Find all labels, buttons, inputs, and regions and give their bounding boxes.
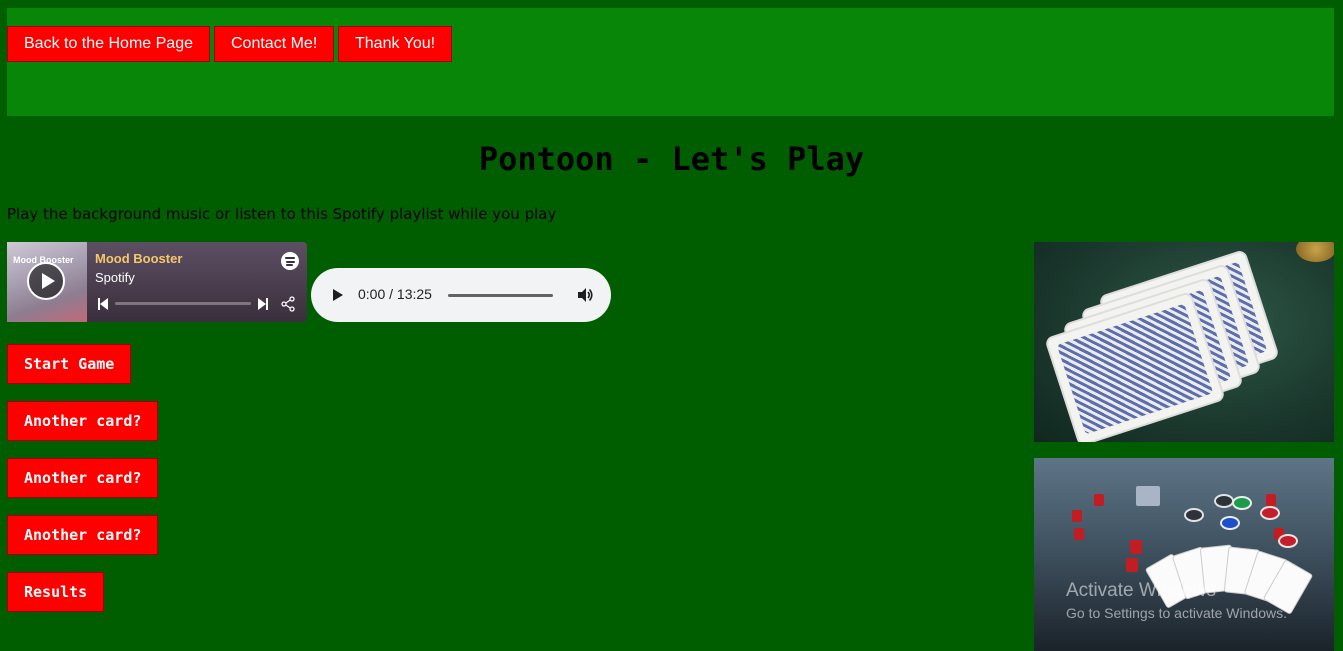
- activate-windows-watermark: Activate Windows Go to Settings to activ…: [1066, 580, 1287, 621]
- volume-icon[interactable]: [576, 286, 594, 304]
- audio-player[interactable]: 0:00 / 13:25: [311, 268, 611, 322]
- spotify-play-icon[interactable]: [27, 262, 65, 300]
- another-card-button-2[interactable]: Another card?: [7, 458, 159, 498]
- playing-cards-deck-image: [1034, 242, 1334, 442]
- home-button[interactable]: Back to the Home Page: [7, 26, 210, 62]
- spotify-progress-bar[interactable]: [115, 302, 251, 305]
- coin-shape: [1296, 242, 1334, 262]
- results-button[interactable]: Results: [7, 572, 105, 612]
- next-track-icon[interactable]: [258, 298, 268, 310]
- spotify-logo-icon[interactable]: [281, 252, 299, 270]
- page-subtitle: Play the background music or listen to t…: [7, 205, 557, 223]
- another-card-button-1[interactable]: Another card?: [7, 401, 159, 441]
- playlist-artist[interactable]: Spotify: [95, 270, 135, 285]
- dice-chips-cards-image: [1034, 458, 1334, 651]
- share-icon[interactable]: [280, 296, 296, 312]
- spotify-embed[interactable]: Mood Booster Mood Booster Spotify: [7, 242, 307, 322]
- playlist-cover: Mood Booster: [7, 242, 87, 322]
- watermark-line-1: Activate Windows: [1066, 580, 1216, 601]
- start-game-button[interactable]: Start Game: [7, 344, 132, 384]
- header-bar: Back to the Home Page Contact Me! Thank …: [7, 8, 1334, 116]
- another-card-button-3[interactable]: Another card?: [7, 515, 159, 555]
- page-title: Pontoon - Let's Play: [478, 140, 865, 178]
- thank-you-button[interactable]: Thank You!: [338, 26, 453, 62]
- contact-button[interactable]: Contact Me!: [214, 26, 335, 62]
- audio-time: 0:00 / 13:25: [358, 286, 432, 302]
- previous-track-icon[interactable]: [98, 298, 108, 310]
- playlist-title[interactable]: Mood Booster: [95, 251, 182, 266]
- watermark-line-2: Go to Settings to activate Windows.: [1066, 605, 1287, 621]
- audio-play-icon[interactable]: [333, 289, 343, 301]
- audio-seek-bar[interactable]: [448, 294, 553, 297]
